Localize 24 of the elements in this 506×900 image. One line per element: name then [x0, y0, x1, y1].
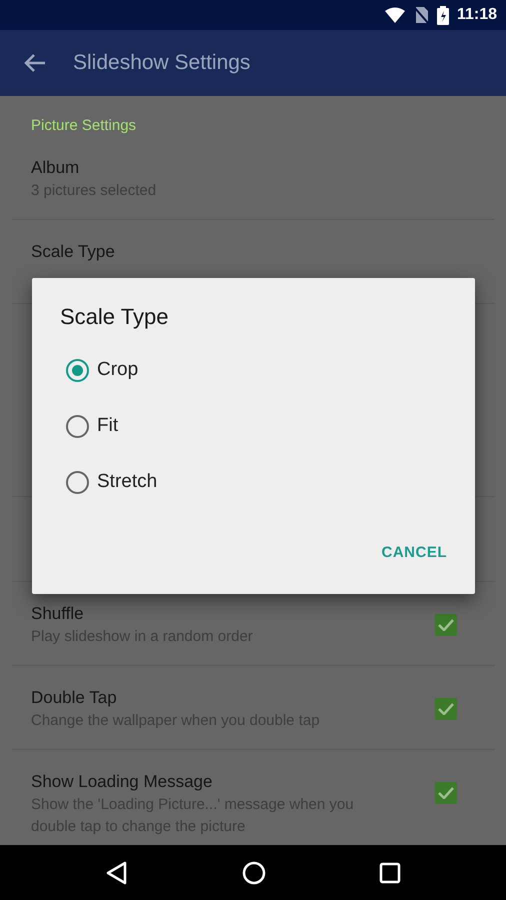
- checkbox[interactable]: [435, 698, 457, 720]
- home-icon[interactable]: [242, 860, 266, 884]
- option-label[interactable]: Fit: [97, 412, 118, 440]
- setting-title: Scale Type: [31, 241, 115, 263]
- checkbox[interactable]: [435, 782, 457, 804]
- option-label[interactable]: Crop: [97, 356, 138, 384]
- setting-title: Album: [31, 157, 80, 179]
- section-header: Picture Settings: [31, 117, 136, 134]
- setting-title: Double Tap: [31, 687, 118, 709]
- battery-icon: [436, 6, 449, 24]
- option-label[interactable]: Stretch: [97, 468, 158, 496]
- wifi-icon: [384, 7, 405, 23]
- screen-title: Slideshow Settings: [73, 50, 250, 76]
- radio-button[interactable]: [66, 358, 89, 382]
- clock-time: 11:18: [456, 5, 497, 25]
- recents-icon[interactable]: [379, 862, 402, 884]
- back-icon[interactable]: [104, 860, 129, 884]
- radio-button[interactable]: [66, 414, 89, 438]
- back-arrow-icon[interactable]: [24, 53, 46, 73]
- radio-button[interactable]: [66, 470, 89, 494]
- checkbox[interactable]: [435, 614, 457, 636]
- setting-title: Show Loading Message: [31, 771, 214, 793]
- dialog-title: Scale Type: [60, 303, 170, 331]
- setting-title: Shuffle: [31, 603, 85, 625]
